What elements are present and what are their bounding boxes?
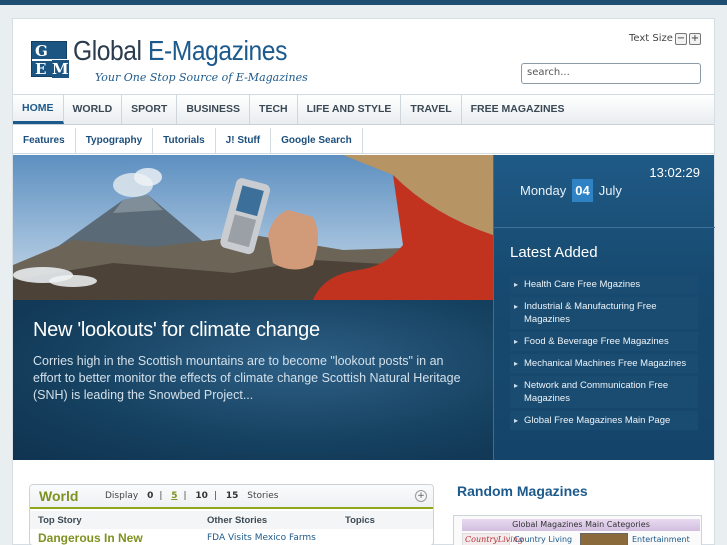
- col-other-stories: Other Stories: [207, 515, 268, 526]
- nav-business[interactable]: BUSINESS: [177, 95, 251, 124]
- site-tagline: Your One Stop Source of E-Magazines: [95, 71, 308, 84]
- display-count-selector: Display 0 | 5 | 10 | 15 Stories: [105, 491, 279, 501]
- display-option-10[interactable]: 10: [195, 491, 208, 501]
- page-container: G E M Global E-Magazines Your One Stop S…: [12, 18, 715, 545]
- world-section-title[interactable]: World: [39, 488, 78, 504]
- nav-home[interactable]: HOME: [13, 95, 64, 124]
- entertainment-thumbnail[interactable]: [580, 533, 628, 545]
- category-country-living[interactable]: Country Living: [514, 535, 572, 544]
- panel-divider: [494, 227, 715, 228]
- date-weekday: Monday: [520, 183, 567, 198]
- latest-item[interactable]: Network and Communication Free Magazines: [510, 376, 698, 408]
- featured-story-summary: Corries high in the Scottish mountains a…: [33, 354, 461, 402]
- world-column-headers: Top Story Other Stories Topics: [30, 511, 433, 529]
- logo-icon[interactable]: G E M: [31, 41, 69, 78]
- text-size-decrease-button[interactable]: −: [675, 33, 687, 45]
- world-section: World Display 0 | 5 | 10 | 15 Stories + Top…: [29, 484, 434, 545]
- site-title-part1: Global: [73, 35, 148, 66]
- world-section-header: World Display 0 | 5 | 10 | 15 Stories +: [30, 485, 433, 509]
- subnav-google-search[interactable]: Google Search: [271, 128, 363, 153]
- nav-world[interactable]: WORLD: [64, 95, 123, 124]
- random-magazines-title: Random Magazines: [457, 483, 588, 499]
- latest-added-title: Latest Added: [510, 244, 598, 261]
- text-size-label: Text Size: [629, 33, 673, 44]
- latest-panel: 13:02:29 Monday 04 July Latest Added Hea…: [493, 155, 715, 460]
- nav-travel[interactable]: TRAVEL: [401, 95, 462, 124]
- latest-item[interactable]: Global Free Magazines Main Page: [510, 411, 698, 430]
- country-living-thumbnail[interactable]: CountryLiving: [462, 533, 523, 545]
- latest-item[interactable]: Industrial & Manufacturing Free Magazine…: [510, 297, 698, 329]
- clock: 13:02:29: [649, 165, 700, 180]
- sub-navigation: Features Typography Tutorials J! Stuff G…: [13, 128, 714, 154]
- stories-label: Stories: [247, 491, 279, 501]
- category-entertainment[interactable]: Entertainment: [632, 535, 690, 544]
- logo-letter-g: G: [35, 42, 48, 60]
- display-option-0[interactable]: 0: [147, 491, 153, 501]
- top-strip: [0, 0, 727, 5]
- logo-letter-e: E: [35, 60, 47, 78]
- site-title-part2: E-Magazines: [147, 35, 287, 66]
- nav-sport[interactable]: SPORT: [122, 95, 178, 124]
- display-label: Display: [105, 491, 139, 501]
- main-navigation: HOME WORLD SPORT BUSINESS TECH LIFE AND …: [13, 94, 714, 125]
- subnav-tutorials[interactable]: Tutorials: [153, 128, 216, 153]
- site-title[interactable]: Global E-Magazines: [73, 35, 287, 67]
- latest-item[interactable]: Mechanical Machines Free Magazines: [510, 354, 698, 373]
- subnav-j-stuff[interactable]: J! Stuff: [216, 128, 272, 153]
- display-option-15[interactable]: 15: [226, 491, 239, 501]
- date-month: July: [598, 183, 622, 198]
- hero-image: [13, 155, 493, 300]
- latest-added-list: Health Care Free Mgazines Industrial & M…: [510, 275, 698, 433]
- nav-free-magazines[interactable]: FREE MAGAZINES: [462, 95, 574, 124]
- top-story-link[interactable]: Dangerous In New: [38, 531, 143, 545]
- display-option-5[interactable]: 5: [171, 491, 177, 501]
- date-display: Monday 04 July: [520, 179, 622, 202]
- expand-icon[interactable]: +: [415, 490, 427, 502]
- col-top-story: Top Story: [38, 515, 82, 526]
- text-size-increase-button[interactable]: +: [689, 33, 701, 45]
- date-day: 04: [572, 179, 593, 202]
- other-story-link[interactable]: FDA Visits Mexico Farms: [207, 533, 316, 543]
- logo-letter-m: M: [52, 60, 69, 78]
- featured-story-title[interactable]: New 'lookouts' for climate change: [33, 319, 320, 342]
- random-magazines-box: Global Magazines Main Categories Country…: [453, 515, 702, 545]
- subnav-typography[interactable]: Typography: [76, 128, 154, 153]
- categories-header: Global Magazines Main Categories: [462, 519, 700, 531]
- nav-life-and-style[interactable]: LIFE AND STYLE: [298, 95, 402, 124]
- col-topics: Topics: [345, 515, 375, 526]
- search-input[interactable]: search...: [521, 63, 701, 84]
- featured-story[interactable]: New 'lookouts' for climate change Corrie…: [13, 155, 493, 460]
- latest-item[interactable]: Food & Beverage Free Magazines: [510, 332, 698, 351]
- subnav-features[interactable]: Features: [13, 128, 76, 153]
- nav-tech[interactable]: TECH: [250, 95, 298, 124]
- latest-item[interactable]: Health Care Free Mgazines: [510, 275, 698, 294]
